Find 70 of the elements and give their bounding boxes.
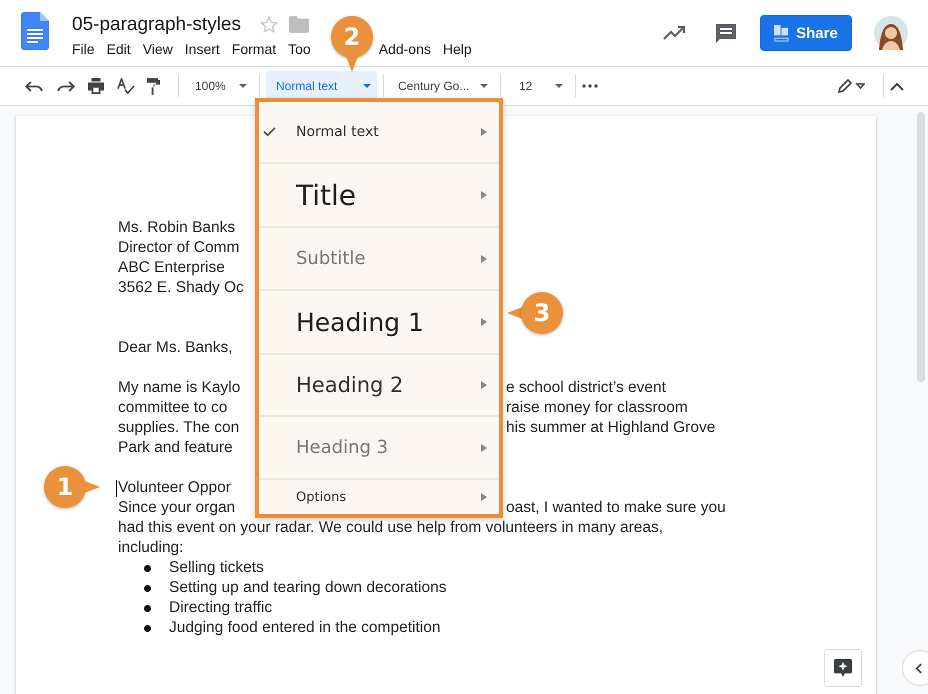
- menu-item[interactable]: File: [72, 40, 95, 56]
- font-dropdown[interactable]: Century Go...: [390, 71, 494, 101]
- submenu-arrow-icon: [481, 318, 487, 326]
- letter-text: committee to co: [118, 398, 228, 418]
- bullet-icon: [144, 604, 151, 612]
- pencil-icon[interactable]: [837, 78, 865, 94]
- menu-item[interactable]: View: [142, 40, 173, 56]
- letter-text: Judging food entered in the competition: [169, 618, 440, 638]
- letter-text: Directing traffic: [169, 598, 272, 618]
- document-title[interactable]: 05-paragraph-styles: [72, 14, 241, 36]
- comment-icon[interactable]: [714, 21, 738, 45]
- style-menu-item[interactable]: Normal text: [259, 102, 499, 164]
- menu-item[interactable]: Add-ons: [378, 40, 431, 56]
- bullet-icon: [144, 624, 151, 632]
- side-panel-toggle[interactable]: [902, 650, 928, 686]
- letter-text: Dear Ms. Banks,: [118, 338, 233, 358]
- scrollbar-thumb[interactable]: [917, 112, 925, 382]
- letter-text: oast, I wanted to make sure you: [506, 498, 726, 518]
- share-button[interactable]: Share: [760, 15, 852, 51]
- style-menu-item[interactable]: Options: [259, 480, 499, 514]
- letter-text: his summer at Highland Grove: [506, 418, 716, 438]
- menu-item[interactable]: Edit: [106, 40, 131, 56]
- style-menu-item[interactable]: Heading 3: [259, 417, 499, 480]
- style-dropdown[interactable]: Normal text: [266, 71, 377, 101]
- zoom-dropdown[interactable]: 100%: [185, 71, 253, 101]
- print-icon[interactable]: [87, 78, 105, 94]
- bullet-icon: [144, 564, 151, 572]
- submenu-arrow-icon: [481, 128, 487, 136]
- star-icon[interactable]: [258, 14, 279, 34]
- undo-icon[interactable]: [25, 80, 44, 92]
- letter-text: ABC Enterprise: [118, 258, 225, 278]
- letter-text: supplies. The con: [118, 418, 240, 438]
- letter-text: Selling tickets: [169, 558, 264, 578]
- letter-text: had this event on your radar. We could use help from volunteers in many areas,: [118, 518, 664, 538]
- sparkle-comment-icon: [834, 659, 852, 677]
- avatar-icon[interactable]: [874, 16, 908, 50]
- bullet-icon: [144, 584, 151, 592]
- submenu-arrow-icon: [481, 381, 487, 389]
- menu-item[interactable]: Too: [288, 40, 311, 56]
- letter-text: My name is Kaylo: [118, 378, 240, 398]
- style-menu-item[interactable]: Heading 2: [259, 355, 499, 417]
- letter-text: Park and feature: [118, 438, 233, 458]
- submenu-arrow-icon: [481, 444, 487, 452]
- chevron-up-icon[interactable]: [890, 82, 904, 90]
- style-menu-item[interactable]: Subtitle: [259, 228, 499, 291]
- submenu-arrow-icon: [481, 493, 487, 501]
- letter-text: Setting up and tearing down decorations: [169, 578, 446, 598]
- menu-item[interactable]: Help: [442, 40, 472, 56]
- explore-button[interactable]: [824, 649, 862, 687]
- letter-text: 3562 E. Shady Oc: [118, 278, 244, 298]
- letter-text: raise money for classroom: [506, 398, 688, 418]
- letter-text: e school district’s event: [506, 378, 666, 398]
- letter-text: Ms. Robin Banks: [118, 218, 236, 238]
- style-menu-item[interactable]: Heading 1: [259, 291, 499, 355]
- letter-text: Director of Comm: [118, 238, 240, 258]
- menu-item[interactable]: Format: [232, 40, 276, 56]
- letter-text: Volunteer Oppor: [118, 478, 231, 498]
- submenu-arrow-icon: [481, 254, 487, 262]
- submenu-arrow-icon: [481, 191, 487, 199]
- chevron-left-icon: [915, 662, 922, 674]
- letter-text: Since your organ: [118, 498, 236, 518]
- menu-item[interactable]: Insert: [184, 40, 220, 56]
- docs-logo-icon[interactable]: [21, 12, 49, 50]
- letter-text: including:: [118, 538, 184, 558]
- paint-roller-icon[interactable]: [147, 78, 160, 94]
- style-menu-item[interactable]: Title: [259, 164, 499, 228]
- redo-icon[interactable]: [56, 80, 75, 92]
- spellcheck-icon[interactable]: [117, 78, 135, 94]
- more-icon[interactable]: [582, 84, 598, 88]
- font-size-dropdown[interactable]: 12: [507, 71, 569, 101]
